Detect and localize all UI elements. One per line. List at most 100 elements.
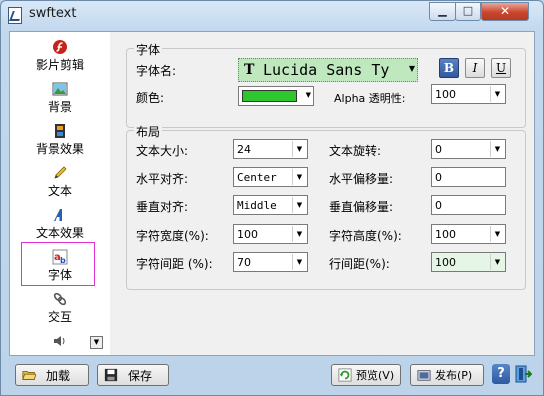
selection-frame [21, 242, 95, 286]
line-spacing-label: 行间距(%): [329, 257, 390, 271]
app-icon [8, 7, 22, 24]
valign-label: 垂直对齐: [136, 200, 189, 214]
sidebar: 影片剪辑 背景 背景效果 文本 文本效果 ab 字体 交互 ▼ [10, 32, 111, 355]
halign-value: Center [237, 171, 277, 184]
chevron-down-icon: ▼ [292, 254, 306, 270]
floppy-disk-icon [104, 368, 118, 382]
exit-icon[interactable] [514, 364, 532, 384]
window-title: swftext [29, 6, 77, 21]
sidebar-item-background-effects[interactable]: 背景效果 [10, 118, 110, 160]
char-height-select[interactable]: 100 ▼ [431, 224, 506, 244]
layout-group-title: 布局 [134, 123, 163, 140]
maximize-button[interactable]: □ [455, 2, 481, 21]
rotation-select[interactable]: 0 ▼ [431, 139, 506, 159]
color-swatch [242, 90, 297, 102]
halign-select[interactable]: Center ▼ [233, 167, 308, 187]
char-width-label: 字符宽度(%): [136, 229, 209, 243]
char-width-value: 100 [237, 228, 258, 241]
load-button[interactable]: 加载 [15, 364, 89, 386]
chevron-down-icon: ▼ [490, 226, 504, 242]
rotation-value: 0 [435, 143, 442, 156]
sound-icon [54, 336, 65, 346]
sidebar-item-label: 文本 [47, 184, 72, 198]
char-height-value: 100 [435, 228, 456, 241]
font-name-select[interactable]: T Lucida Sans Ty ▼ [238, 58, 418, 82]
open-folder-icon [22, 371, 36, 380]
color-label: 颜色: [136, 91, 165, 105]
line-spacing-value: 100 [435, 256, 456, 269]
sidebar-item-label: 影片剪辑 [35, 58, 84, 72]
hoffset-label: 水平偏移量: [329, 172, 394, 186]
sidebar-item-label: 文本效果 [35, 226, 84, 240]
sidebar-item-label: 背景效果 [35, 142, 84, 156]
close-button[interactable]: ✕ [481, 2, 529, 21]
publish-icon [417, 370, 431, 381]
refresh-icon [338, 368, 352, 382]
film-effects-icon [55, 124, 65, 138]
sidebar-item-font[interactable]: ab 字体 [10, 242, 110, 286]
app-window: swftext ▁ □ ✕ 影片剪辑 背景 背景效果 文本 文本效果 a b 字… [0, 0, 544, 396]
chevron-down-icon: ▼ [490, 86, 504, 102]
flash-icon [53, 40, 67, 54]
italic-button[interactable]: I [465, 58, 485, 78]
truetype-icon: T [244, 62, 255, 78]
title-bar: swftext ▁ □ ✕ [1, 1, 543, 31]
chevron-down-icon: ▼ [292, 141, 306, 157]
chevron-down-icon: ▼ [305, 91, 311, 99]
valign-value: Middle [237, 199, 277, 212]
voffset-value: 0 [435, 199, 442, 212]
alpha-label: Alpha 透明性: [334, 92, 406, 105]
publish-button[interactable]: 发布(P) [410, 364, 484, 386]
alpha-value: 100 [435, 88, 456, 101]
load-label: 加载 [46, 369, 71, 383]
font-group-title: 字体 [134, 41, 163, 58]
sidebar-item-background[interactable]: 背景 [10, 76, 110, 118]
char-spacing-label: 字符间距 (%): [136, 257, 213, 271]
text-size-select[interactable]: 24 ▼ [233, 139, 308, 159]
sidebar-item-text[interactable]: 文本 [10, 160, 110, 202]
bottom-toolbar: 加载 保存 预览(V) 发布(P) ? [9, 359, 535, 391]
sidebar-scroll-down-button[interactable]: ▼ [90, 336, 103, 349]
text-effect-icon [54, 209, 62, 221]
voffset-input[interactable]: 0 [431, 195, 506, 215]
hoffset-value: 0 [435, 171, 442, 184]
interaction-icon [53, 292, 67, 306]
chevron-down-icon: ▼ [292, 226, 306, 242]
sidebar-item-movie-clip[interactable]: 影片剪辑 [10, 34, 110, 76]
char-height-label: 字符高度(%): [329, 229, 402, 243]
minimize-button[interactable]: ▁ [429, 2, 456, 21]
preview-button[interactable]: 预览(V) [331, 364, 401, 386]
client-area: 影片剪辑 背景 背景效果 文本 文本效果 ab 字体 交互 ▼ 字体 字体名: … [9, 31, 535, 356]
char-width-select[interactable]: 100 ▼ [233, 224, 308, 244]
color-picker[interactable]: ▼ [238, 86, 314, 106]
text-size-label: 文本大小: [136, 144, 189, 158]
publish-label: 发布(P) [435, 369, 473, 382]
rotation-label: 文本旋转: [329, 144, 382, 158]
bold-button[interactable]: B [439, 58, 459, 78]
chevron-down-icon: ▼ [490, 141, 504, 157]
sidebar-item-interaction[interactable]: 交互 [10, 286, 110, 328]
save-button[interactable]: 保存 [97, 364, 169, 386]
background-image-icon [52, 82, 68, 96]
chevron-down-icon: ▼ [292, 169, 306, 185]
sidebar-item-label: 交互 [47, 310, 72, 324]
char-spacing-select[interactable]: 70 ▼ [233, 252, 308, 272]
pencil-icon [54, 166, 67, 179]
preview-label: 预览(V) [356, 369, 395, 382]
halign-label: 水平对齐: [136, 172, 189, 186]
text-size-value: 24 [237, 143, 251, 156]
chevron-down-icon: ▼ [490, 254, 504, 270]
sidebar-item-label: 背景 [47, 100, 72, 114]
help-button[interactable]: ? [492, 364, 510, 384]
font-name-label: 字体名: [136, 64, 177, 78]
voffset-label: 垂直偏移量: [329, 200, 394, 214]
line-spacing-select[interactable]: 100 ▼ [431, 252, 506, 272]
valign-select[interactable]: Middle ▼ [233, 195, 308, 215]
underline-button[interactable]: U [491, 58, 511, 78]
chevron-down-icon: ▼ [292, 197, 306, 213]
hoffset-input[interactable]: 0 [431, 167, 506, 187]
alpha-select[interactable]: 100 ▼ [431, 84, 506, 104]
chevron-down-icon: ▼ [408, 64, 415, 73]
save-label: 保存 [128, 369, 153, 383]
sidebar-item-text-effects[interactable]: 文本效果 [10, 202, 110, 244]
